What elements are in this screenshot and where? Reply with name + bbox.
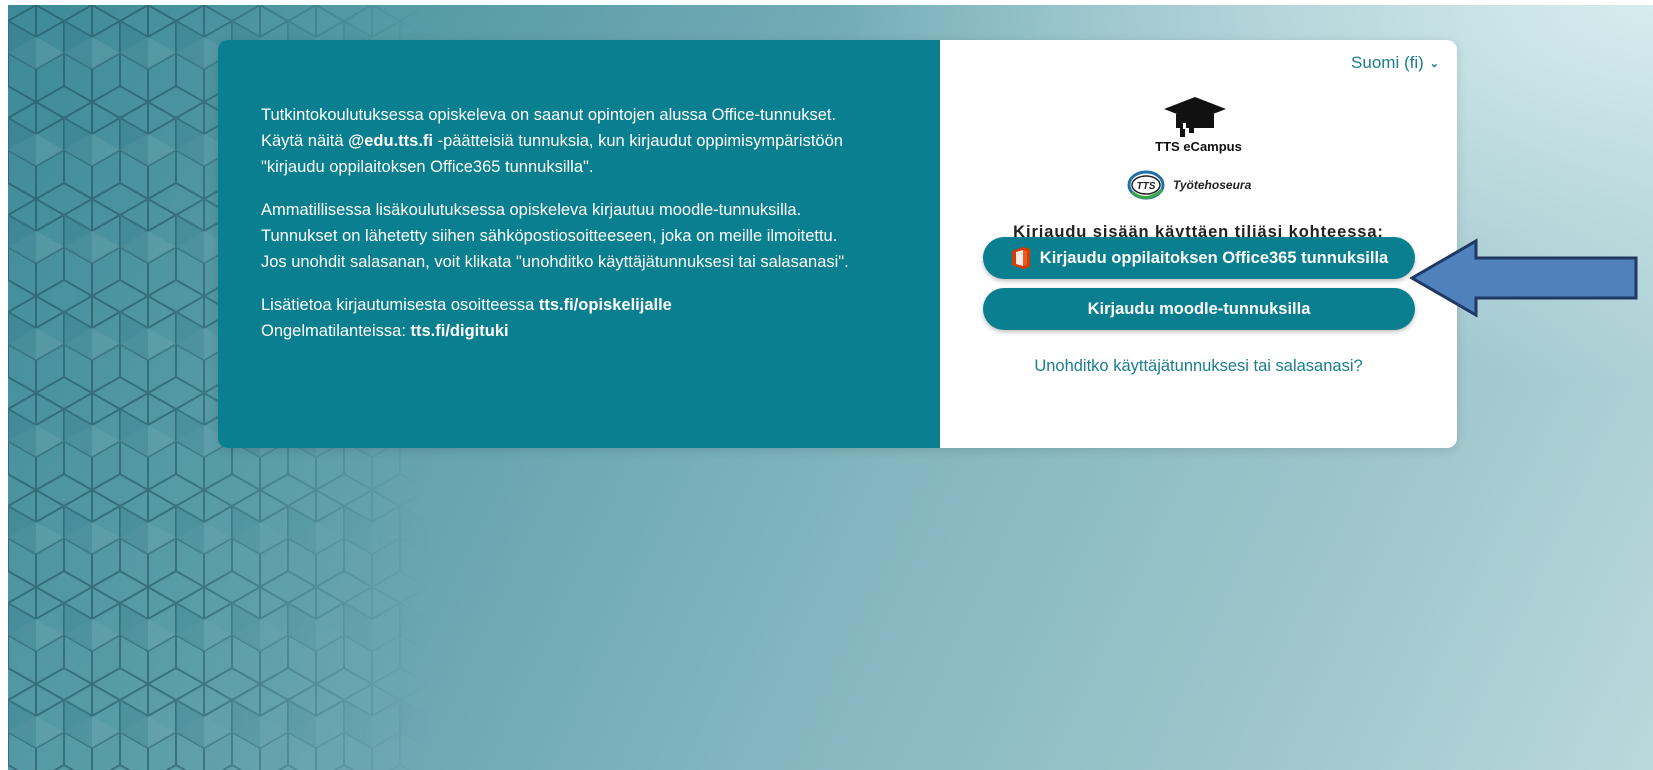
chevron-down-icon: ⌄ xyxy=(1429,57,1439,70)
organization-logo: TTS Työtehoseura xyxy=(1126,168,1251,202)
login-card: Tutkintokoulutuksessa opiskeleva on saan… xyxy=(218,40,1457,448)
domain-highlight: @edu.tts.fi xyxy=(348,132,433,150)
arrow-left-icon xyxy=(1410,238,1638,318)
campus-logo-text: TTS eCampus xyxy=(1155,139,1242,154)
info-text: Ongelmatilanteissa: xyxy=(261,322,411,340)
background: Tutkintokoulutuksessa opiskeleva on saan… xyxy=(8,5,1653,770)
digituki-link[interactable]: tts.fi/digituki xyxy=(411,322,509,340)
info-paragraph-moodle: Ammatillisessa lisäkoulutuksessa opiskel… xyxy=(261,197,900,275)
organization-name: Työtehoseura xyxy=(1173,178,1252,192)
office365-login-label: Kirjaudu oppilaitoksen Office365 tunnuks… xyxy=(1039,248,1389,267)
moodle-login-button[interactable]: Kirjaudu moodle-tunnuksilla xyxy=(983,288,1415,330)
info-text: "kirjaudu oppilaitoksen Office365 tunnuk… xyxy=(261,158,594,176)
moodle-login-label: Kirjaudu moodle-tunnuksilla xyxy=(1087,299,1311,318)
office365-login-button[interactable]: Kirjaudu oppilaitoksen Office365 tunnuks… xyxy=(983,237,1415,279)
info-text: Lisätietoa kirjautumisesta osoitteessa xyxy=(261,296,539,314)
tts-badge-text: TTS xyxy=(1137,181,1156,192)
opiskelijalle-link[interactable]: tts.fi/opiskelijalle xyxy=(539,296,672,314)
office365-icon xyxy=(1011,247,1030,269)
language-label: Suomi (fi) xyxy=(1351,53,1424,72)
info-text: Tunnukset on lähetetty siihen sähköposti… xyxy=(261,227,838,245)
info-text: Ongelmatilanteissa: tts.fi/digituki xyxy=(261,318,900,344)
info-paragraph-office: Tutkintokoulutuksessa opiskeleva on saan… xyxy=(261,102,900,180)
info-panel: Tutkintokoulutuksessa opiskeleva on saan… xyxy=(218,40,940,448)
tts-logo-icon: TTS xyxy=(1127,170,1165,200)
info-text: Jos unohdit salasanan, voit klikata "uno… xyxy=(261,253,849,271)
graduation-cap-icon xyxy=(1164,97,1226,137)
info-text: Tutkintokoulutuksessa opiskeleva on saan… xyxy=(261,106,837,124)
info-text: -päätteisiä tunnuksia, kun kirjaudut opp… xyxy=(432,132,843,150)
forgot-credentials-link[interactable]: Unohditko käyttäjätunnuksesi tai salasan… xyxy=(940,357,1457,376)
info-text: Lisätietoa kirjautumisesta osoitteessa t… xyxy=(261,292,900,318)
info-text: Käytä näitä xyxy=(261,132,349,150)
login-panel: Suomi (fi) ⌄ TTS eCampus TTS Työtehoseur… xyxy=(940,40,1457,448)
info-paragraph-links: Lisätietoa kirjautumisesta osoitteessa t… xyxy=(261,292,900,344)
info-text: Ammatillisessa lisäkoulutuksessa opiskel… xyxy=(261,201,802,219)
info-text: Käytä näitä @edu.tts.fi -päätteisiä tunn… xyxy=(261,128,900,154)
language-selector[interactable]: Suomi (fi) ⌄ xyxy=(1351,53,1439,73)
